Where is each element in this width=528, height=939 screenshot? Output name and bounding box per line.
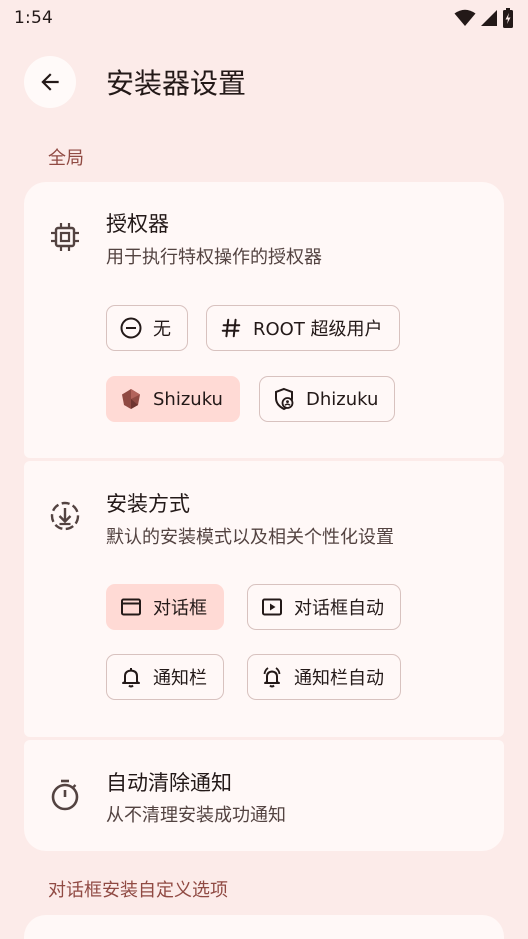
- status-bar: 1:54: [0, 0, 528, 36]
- back-button[interactable]: [24, 56, 76, 108]
- arrow-back-icon: [41, 73, 59, 91]
- status-time: 1:54: [14, 8, 53, 28]
- chip-label: 通知栏自动: [294, 668, 384, 689]
- bell-ring-icon: [260, 665, 284, 689]
- chip-label: Dhizuku: [306, 388, 379, 410]
- battery-icon: [503, 8, 513, 28]
- app-bar: 安装器设置: [0, 44, 528, 120]
- section-header-dialog-custom: 对话框安装自定义选项: [48, 880, 228, 901]
- signal-icon: [481, 10, 497, 26]
- status-icons: [454, 8, 514, 28]
- authorizer-option-root[interactable]: ROOT 超级用户: [206, 305, 400, 351]
- chip-cpu-icon: [51, 223, 79, 251]
- install-option-dialog-auto[interactable]: 对话框自动: [247, 584, 401, 630]
- chip-label: 通知栏: [153, 668, 207, 689]
- do-not-disturb-icon: [119, 316, 143, 340]
- download-circle-icon: [50, 501, 80, 531]
- page-title: 安装器设置: [106, 67, 247, 100]
- chip-label: 对话框: [153, 598, 207, 619]
- shield-person-icon: [272, 387, 296, 411]
- chip-label: Shizuku: [153, 388, 223, 410]
- install-option-notification-auto[interactable]: 通知栏自动: [247, 654, 401, 700]
- dialog-options-card: [24, 915, 504, 939]
- auto-clear-card[interactable]: 自动清除通知 从不清理安装成功通知: [24, 740, 504, 851]
- authorizer-title: 授权器: [106, 212, 169, 236]
- authorizer-option-dhizuku[interactable]: Dhizuku: [259, 376, 396, 422]
- play-window-icon: [260, 595, 284, 619]
- window-icon: [119, 595, 143, 619]
- authorizer-option-none[interactable]: 无: [106, 305, 188, 351]
- install-method-subtitle: 默认的安装模式以及相关个性化设置: [106, 527, 394, 548]
- tag-icon: [219, 316, 243, 340]
- chip-label: ROOT 超级用户: [253, 319, 383, 340]
- chip-label: 无: [153, 319, 171, 340]
- auto-clear-title: 自动清除通知: [106, 771, 232, 795]
- authorizer-option-shizuku[interactable]: Shizuku: [106, 376, 240, 422]
- authorizer-subtitle: 用于执行特权操作的授权器: [106, 247, 322, 268]
- shizuku-icon: [119, 387, 143, 411]
- auto-clear-subtitle: 从不清理安装成功通知: [106, 805, 286, 826]
- authorizer-card: 授权器 用于执行特权操作的授权器 无 ROOT 超级用户 Shizuku Dhi…: [24, 182, 504, 458]
- install-method-card: 安装方式 默认的安装模式以及相关个性化设置 对话框 对话框自动 通知栏 通知栏自…: [24, 461, 504, 737]
- install-option-dialog[interactable]: 对话框: [106, 584, 224, 630]
- install-option-notification[interactable]: 通知栏: [106, 654, 224, 700]
- section-header-global: 全局: [48, 148, 84, 169]
- chip-label: 对话框自动: [294, 598, 384, 619]
- timer-icon: [51, 779, 79, 811]
- install-method-title: 安装方式: [106, 492, 190, 516]
- wifi-icon: [454, 9, 476, 26]
- bell-icon: [119, 665, 143, 689]
